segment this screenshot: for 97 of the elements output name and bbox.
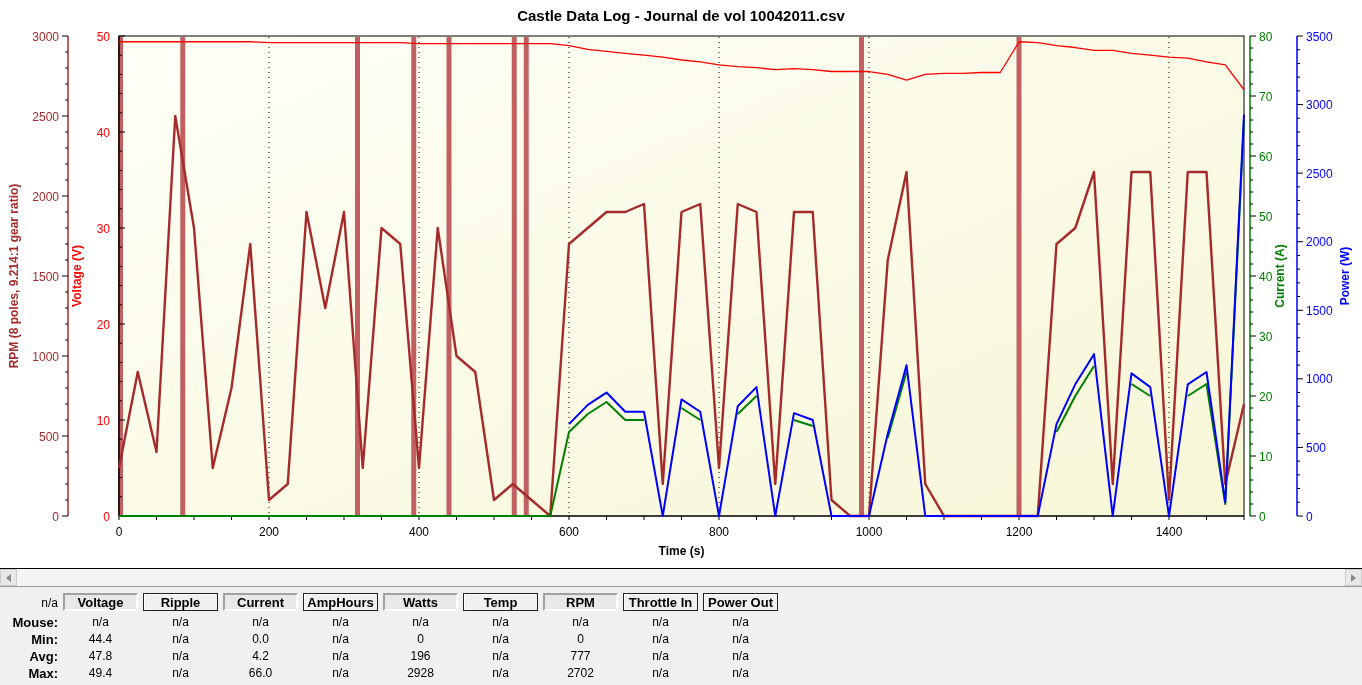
tick-label: 20 (1259, 389, 1273, 404)
tick-label: 1400 (1155, 525, 1183, 539)
table-cell-text: n/a (571, 614, 590, 631)
tick-label: 2500 (1306, 166, 1333, 181)
table-cell-text: n/a (171, 648, 190, 665)
axis-title: Current (A) (1273, 244, 1287, 308)
tick-label: 0 (1306, 509, 1313, 524)
tick-label: 1500 (1306, 303, 1333, 318)
tick-label: 400 (409, 525, 429, 539)
table-cell-text: n/a (331, 631, 350, 648)
tick-label: 50 (96, 29, 110, 44)
table-cell-text: 66.0 (247, 665, 274, 682)
column-toggle[interactable]: Throttle In (623, 593, 698, 611)
tick-label: 1000 (855, 525, 883, 539)
table-cell-text: n/a (331, 665, 350, 682)
row-label: Min: (30, 631, 58, 648)
tick-label: 0 (1259, 509, 1266, 524)
axis-title: Voltage (V) (70, 245, 84, 307)
table-cell-text: n/a (731, 648, 750, 665)
column-toggle[interactable]: AmpHours (303, 593, 378, 611)
table-cell-text: n/a (651, 648, 670, 665)
column-toggle[interactable]: Power Out (703, 593, 778, 611)
table-cell-text: n/a (331, 614, 350, 631)
column-toggle[interactable]: RPM (543, 593, 618, 611)
table-cell-text: 0 (576, 631, 585, 648)
table-cell-text: n/a (731, 614, 750, 631)
column-toggle[interactable]: Ripple (143, 593, 218, 611)
tick-label: 2000 (1306, 235, 1333, 250)
tick-label: 30 (96, 221, 110, 236)
row-label: Max: (27, 665, 58, 682)
tick-label: 60 (1259, 149, 1273, 164)
tick-label: 40 (1259, 269, 1273, 284)
tick-label: 1000 (1306, 372, 1333, 387)
table-cell-text: n/a (731, 631, 750, 648)
horizontal-scrollbar[interactable] (0, 568, 1362, 587)
table-cell-text: n/a (491, 665, 510, 682)
tick-label: 80 (1259, 29, 1273, 44)
table-cell-text: 49.4 (87, 665, 114, 682)
row-label: Avg: (28, 648, 58, 665)
tick-label: 0 (52, 509, 59, 524)
tick-label: 500 (1306, 440, 1327, 455)
table-cell-text: n/a (171, 665, 190, 682)
column-toggle[interactable]: Temp (463, 593, 538, 611)
table-cell-text: n/a (491, 631, 510, 648)
table-cell-text: n/a (491, 614, 510, 631)
tick-label: 0 (103, 509, 110, 524)
tick-label: 10 (1259, 449, 1273, 464)
table-cell-text: n/a (651, 614, 670, 631)
column-toggle[interactable]: Watts (383, 593, 458, 611)
table-cell-text: n/a (731, 665, 750, 682)
tick-label: 500 (38, 429, 59, 444)
table-cell-text: n/a (651, 665, 670, 682)
tick-label: 0 (115, 525, 123, 539)
table-cell-text: 196 (409, 648, 432, 665)
tick-label: 600 (559, 525, 579, 539)
corner-value: n/a (40, 595, 58, 612)
scroll-right-icon[interactable] (1345, 569, 1362, 586)
tick-label: 40 (96, 125, 110, 140)
scroll-left-icon[interactable] (0, 569, 17, 586)
chart-title: Castle Data Log - Journal de vol 10042011.csv (517, 7, 845, 24)
tick-label: 800 (709, 525, 729, 539)
table-cell-text: 0.0 (251, 631, 270, 648)
table-cell-text: n/a (171, 631, 190, 648)
tick-label: 3000 (32, 29, 59, 44)
tick-label: 20 (96, 317, 110, 332)
tick-label: 2000 (32, 189, 59, 204)
table-cell-text: 0 (416, 631, 425, 648)
tick-label: 200 (259, 525, 279, 539)
table-cell-text: n/a (331, 648, 350, 665)
axis-title: RPM (8 poles, 9.214:1 gear ratio) (7, 183, 21, 369)
tick-label: 50 (1259, 209, 1273, 224)
tick-label: 3000 (1306, 98, 1333, 113)
axis-title: Time (s) (658, 544, 705, 558)
table-cell-text: 4.2 (251, 648, 270, 665)
table-cell-text: n/a (651, 631, 670, 648)
column-toggle[interactable]: Voltage (63, 593, 138, 611)
axis-title: Power (W) (1338, 246, 1352, 306)
table-cell-text: 44.4 (87, 631, 114, 648)
tick-label: 1000 (32, 349, 59, 364)
table-cell-text: n/a (411, 614, 430, 631)
tick-label: 1200 (1005, 525, 1033, 539)
tick-label: 1500 (32, 269, 59, 284)
row-label: Mouse: (11, 614, 58, 631)
tick-label: 30 (1259, 329, 1273, 344)
table-cell-text: 47.8 (87, 648, 114, 665)
table-cell-text: 2928 (406, 665, 435, 682)
column-toggle[interactable]: Current (223, 593, 298, 611)
tick-label: 10 (96, 413, 110, 428)
tick-label: 3500 (1306, 29, 1333, 44)
table-cell-text: 777 (569, 648, 592, 665)
table-cell-text: n/a (251, 614, 270, 631)
table-cell-text: 2702 (566, 665, 595, 682)
tick-label: 2500 (32, 109, 59, 124)
tick-label: 70 (1259, 89, 1273, 104)
table-cell-text: n/a (491, 648, 510, 665)
table-cell-text: n/a (91, 614, 110, 631)
table-cell-text: n/a (171, 614, 190, 631)
